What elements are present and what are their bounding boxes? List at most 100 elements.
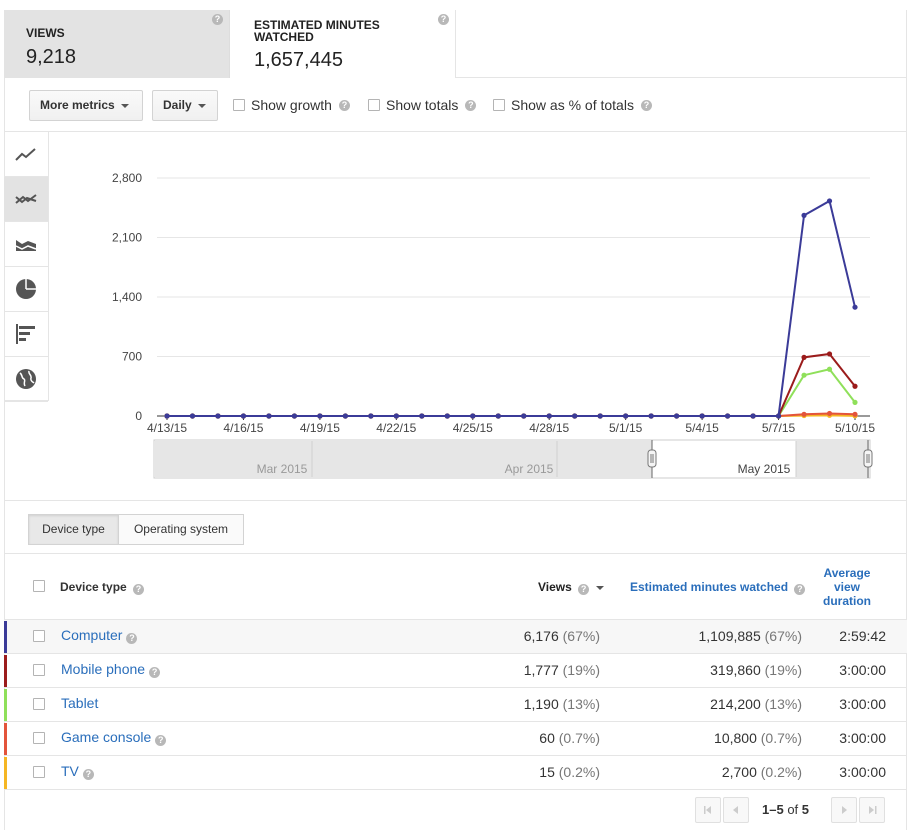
row-name[interactable]: Computer? <box>61 627 138 644</box>
data-point <box>240 413 247 419</box>
minutes-column-header[interactable]: Estimated minutes watched ? <box>630 580 806 595</box>
row-minutes: 319,860 (19%) <box>710 662 802 678</box>
y-tick-label: 2,800 <box>112 171 142 185</box>
y-tick-label: 2,100 <box>112 231 142 245</box>
next-page-button[interactable] <box>831 797 857 823</box>
pager-range: 1–5 <box>762 802 784 817</box>
views-value: 60 <box>539 730 555 746</box>
data-point <box>572 413 578 419</box>
tab-operating-system[interactable]: Operating system <box>118 514 244 545</box>
row-name[interactable]: Mobile phone? <box>61 661 161 678</box>
data-point <box>393 413 399 419</box>
prev-page-button[interactable] <box>723 797 749 823</box>
x-tick-label: 4/16/15 <box>223 421 263 435</box>
table-row[interactable]: Computer? 6,176 (67%) 1,109,885 (67%) 2:… <box>4 620 907 654</box>
row-name-label: Game console <box>61 729 152 745</box>
row-name-label: Tablet <box>61 695 99 711</box>
row-minutes: 214,200 (13%) <box>710 696 802 712</box>
minutes-value: 2,700 <box>721 764 757 780</box>
data-point <box>546 413 552 419</box>
pager-total: 5 <box>801 802 810 817</box>
row-checkbox[interactable] <box>33 664 45 676</box>
range-handle[interactable] <box>863 449 873 468</box>
row-name-label: Mobile phone <box>61 661 146 677</box>
row-avg-duration: 2:59:42 <box>839 628 886 644</box>
first-page-icon <box>704 806 711 814</box>
views-column-header[interactable]: Views ? <box>538 580 604 595</box>
data-point <box>623 413 629 419</box>
x-tick-label: 5/10/15 <box>835 421 875 435</box>
data-point <box>419 413 425 419</box>
last-page-button[interactable] <box>859 797 885 823</box>
help-icon[interactable]: ? <box>794 584 806 595</box>
minutes-value: 1,109,885 <box>698 628 761 644</box>
table-row[interactable]: Tablet 1,190 (13%) 214,200 (13%) 3:00:00 <box>4 688 907 722</box>
series-color-stripe <box>4 723 7 755</box>
last-page-icon <box>869 806 877 814</box>
row-views: 15 (0.2%) <box>539 764 600 780</box>
help-icon[interactable]: ? <box>82 769 94 780</box>
sort-desc-icon <box>595 585 604 590</box>
minutes-pct: (67%) <box>764 628 802 644</box>
help-icon[interactable]: ? <box>155 735 167 746</box>
help-icon[interactable]: ? <box>126 633 138 644</box>
views-pct: (19%) <box>562 662 600 678</box>
x-tick-label: 4/25/15 <box>453 421 493 435</box>
data-point <box>826 410 833 417</box>
table-row[interactable]: Game console? 60 (0.7%) 10,800 (0.7%) 3:… <box>4 722 907 756</box>
x-tick-label: 5/1/15 <box>609 421 643 435</box>
avg-header-line3: duration <box>823 594 871 608</box>
row-checkbox[interactable] <box>33 698 45 710</box>
first-page-button[interactable] <box>695 797 721 823</box>
pager-info: 1–5 of 5 <box>762 802 809 817</box>
select-all-checkbox[interactable] <box>33 580 45 592</box>
row-checkbox[interactable] <box>33 630 45 642</box>
row-minutes: 2,700 (0.2%) <box>722 764 802 780</box>
table-row[interactable]: TV? 15 (0.2%) 2,700 (0.2%) 3:00:00 <box>4 756 907 790</box>
row-name[interactable]: Game console? <box>61 729 167 746</box>
views-pct: (0.7%) <box>558 730 600 746</box>
data-point <box>724 413 731 419</box>
series-line <box>167 352 856 417</box>
y-tick-label: 0 <box>135 409 142 423</box>
help-icon[interactable]: ? <box>578 584 590 595</box>
range-shaded-right <box>796 441 869 477</box>
avg-duration-column-header[interactable]: Average view duration <box>817 566 877 608</box>
row-avg-duration: 3:00:00 <box>839 696 886 712</box>
row-avg-duration: 3:00:00 <box>839 730 886 746</box>
y-tick-label: 1,400 <box>112 290 142 304</box>
data-point <box>674 413 680 419</box>
range-handle[interactable] <box>647 449 657 468</box>
row-name[interactable]: Tablet <box>61 695 98 711</box>
chevron-left-icon <box>733 806 738 814</box>
device-type-column-header[interactable]: Device type ? <box>60 580 145 595</box>
row-checkbox[interactable] <box>33 766 45 778</box>
data-point <box>699 413 705 419</box>
row-avg-duration: 3:00:00 <box>839 764 886 780</box>
line-chart: 0 700 1,400 2,100 2,800 4/13/15 4/16/15 4/19/15… <box>112 171 875 479</box>
tab-device-type[interactable]: Device type <box>28 514 119 545</box>
views-value: 1,777 <box>523 662 559 678</box>
table-row[interactable]: Mobile phone? 1,777 (19%) 319,860 (19%) … <box>4 654 907 688</box>
minutes-value: 10,800 <box>714 730 757 746</box>
minutes-pct: (19%) <box>764 662 802 678</box>
table-header: Device type ? Views ? Estimated minutes … <box>4 554 907 620</box>
x-tick-label: 5/4/15 <box>685 421 719 435</box>
help-icon[interactable]: ? <box>149 667 161 678</box>
help-icon[interactable]: ? <box>133 584 145 595</box>
series-line <box>167 199 856 417</box>
row-name[interactable]: TV? <box>61 763 94 780</box>
views-pct: (0.2%) <box>558 764 600 780</box>
x-tick-label: 5/7/15 <box>762 421 796 435</box>
table-body: Computer? 6,176 (67%) 1,109,885 (67%) 2:… <box>4 620 907 790</box>
row-views: 6,176 (67%) <box>524 628 600 644</box>
row-avg-duration: 3:00:00 <box>839 662 886 678</box>
views-value: 15 <box>539 764 555 780</box>
range-shaded-left <box>155 441 652 477</box>
data-point <box>597 413 603 419</box>
row-checkbox[interactable] <box>33 732 45 744</box>
series-line <box>167 368 856 417</box>
views-value: 1,190 <box>523 696 559 712</box>
x-tick-label: 4/19/15 <box>300 421 340 435</box>
data-point <box>189 413 196 419</box>
